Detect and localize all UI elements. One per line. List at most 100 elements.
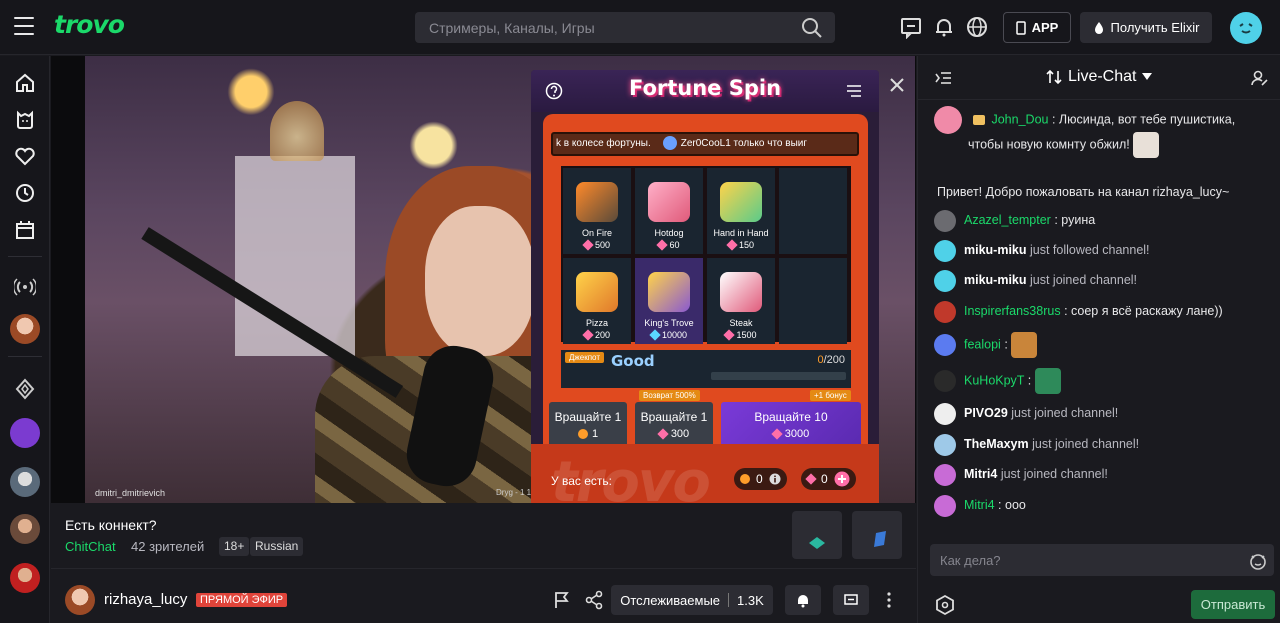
gem-icon bbox=[723, 329, 736, 341]
search-input[interactable] bbox=[415, 12, 835, 43]
get-elixir-button[interactable]: Получить Elixir bbox=[1080, 12, 1212, 43]
chat-text: : соер я всё раскажу лане)) bbox=[1064, 304, 1223, 318]
channel-avatar[interactable] bbox=[10, 467, 40, 497]
gift-box[interactable] bbox=[792, 511, 842, 559]
prize-grid: On Fire 500 Hotdog 60 Hand in Hand 150 P… bbox=[561, 166, 851, 344]
channel-avatar[interactable] bbox=[10, 563, 40, 593]
chat-username[interactable]: Mitri4 bbox=[964, 498, 995, 512]
spin-10-button[interactable]: Вращайте 10 3000 bbox=[721, 402, 861, 448]
chat-username[interactable]: Inspirerfans38rus bbox=[964, 304, 1061, 318]
close-popup-icon[interactable] bbox=[888, 76, 906, 94]
diamond-icon[interactable] bbox=[12, 376, 38, 402]
emoji-icon[interactable] bbox=[1248, 551, 1268, 571]
prize-name: Hotdog bbox=[654, 228, 684, 238]
app-button[interactable]: APP bbox=[1003, 12, 1071, 43]
user-settings-icon[interactable] bbox=[1250, 69, 1268, 87]
chat-username[interactable]: John_Dou bbox=[991, 112, 1048, 126]
user-avatar[interactable] bbox=[1230, 12, 1262, 44]
chat-username[interactable]: miku-miku bbox=[964, 273, 1027, 287]
chat-text: : руина bbox=[1054, 213, 1096, 227]
left-sidebar bbox=[0, 56, 50, 623]
chat-avatar[interactable] bbox=[934, 334, 956, 356]
chat-message: fealopi : bbox=[934, 332, 1274, 358]
calendar-icon[interactable] bbox=[12, 217, 38, 243]
cat-emote-icon bbox=[1133, 132, 1160, 158]
chat-text: just joined channel! bbox=[1030, 273, 1138, 287]
collapse-chat-icon[interactable] bbox=[934, 69, 952, 87]
chat-avatar[interactable] bbox=[934, 239, 956, 262]
send-button[interactable]: Отправить bbox=[1191, 590, 1275, 619]
add-gems-icon[interactable] bbox=[834, 471, 850, 487]
chat-avatar[interactable] bbox=[934, 269, 956, 292]
elixir-drop-icon bbox=[1094, 21, 1103, 34]
chat-avatar[interactable] bbox=[934, 494, 956, 517]
history-list-icon[interactable] bbox=[846, 83, 862, 99]
spin-1-gem-button[interactable]: Вращайте 1 300 bbox=[635, 402, 713, 448]
chat-avatar[interactable] bbox=[934, 370, 956, 392]
jackpot-art: Good bbox=[611, 352, 655, 370]
chat-username[interactable]: PIVO29 bbox=[964, 406, 1008, 420]
home-icon[interactable] bbox=[12, 70, 38, 96]
prize-price: 60 bbox=[656, 239, 680, 251]
chat-username[interactable]: KuHoKpyT bbox=[964, 373, 1024, 387]
age-tag[interactable]: 18+ bbox=[219, 537, 250, 556]
info-icon[interactable] bbox=[769, 473, 781, 485]
search-icon[interactable] bbox=[800, 16, 824, 40]
coin-balance: 0 bbox=[734, 468, 787, 490]
chat-text: : bbox=[1004, 337, 1008, 352]
notification-bell-button[interactable] bbox=[785, 585, 821, 615]
category-link[interactable]: ChitChat bbox=[65, 539, 116, 554]
gift-box[interactable] bbox=[852, 511, 902, 559]
chat-avatar[interactable] bbox=[934, 209, 956, 232]
prize-art-kings-trove bbox=[648, 272, 690, 312]
flag-icon[interactable] bbox=[552, 590, 572, 610]
followed-channel-avatar[interactable] bbox=[10, 314, 40, 344]
chat-mode-dropdown[interactable]: Live-Chat bbox=[1046, 68, 1153, 86]
chat-username[interactable]: fealopi bbox=[964, 337, 1001, 351]
heart-icon[interactable] bbox=[12, 143, 38, 169]
return-badge: Возврат 500% bbox=[639, 390, 700, 401]
channel-avatar[interactable] bbox=[10, 514, 40, 544]
chat-avatar[interactable] bbox=[934, 402, 956, 425]
winner-avatar bbox=[662, 136, 677, 151]
chat-avatar[interactable] bbox=[934, 300, 956, 323]
chat-avatar[interactable] bbox=[934, 463, 956, 486]
clock-icon[interactable] bbox=[12, 180, 38, 206]
hamburger-menu-icon[interactable] bbox=[14, 17, 34, 35]
chat-avatar[interactable] bbox=[934, 433, 956, 456]
chat-input[interactable] bbox=[930, 544, 1274, 576]
chat-bubble-icon[interactable] bbox=[899, 15, 923, 39]
creature-icon[interactable] bbox=[12, 107, 38, 133]
viewer-count: 42 зрителей bbox=[131, 539, 205, 554]
chat-message: Mitri4 : ооо bbox=[934, 493, 1274, 518]
gem-balance: 0 bbox=[801, 468, 856, 490]
broadcast-icon[interactable] bbox=[12, 274, 38, 300]
prize-art-hotdog bbox=[648, 182, 690, 222]
chat-username[interactable]: miku-miku bbox=[964, 243, 1027, 257]
share-icon[interactable] bbox=[584, 590, 604, 610]
more-options-icon[interactable] bbox=[879, 590, 899, 610]
chat-avatar[interactable] bbox=[934, 106, 962, 134]
chat-message: KuHoKpyT : bbox=[934, 368, 1274, 394]
hexagon-icon[interactable] bbox=[934, 594, 956, 616]
prize-cell: Pizza 200 bbox=[563, 258, 631, 344]
ticker-text: k в колесе фортуны. bbox=[556, 138, 651, 149]
bell-icon[interactable] bbox=[932, 15, 956, 39]
chat-popout-button[interactable] bbox=[833, 585, 869, 615]
chat-username[interactable]: Mitri4 bbox=[964, 467, 997, 481]
globe-icon[interactable] bbox=[965, 15, 989, 39]
ticker-winner: Zer0CooL1 только что выиг bbox=[680, 138, 807, 149]
avatar-face-icon bbox=[1239, 23, 1253, 34]
channel-avatar-png[interactable] bbox=[10, 418, 40, 448]
follow-button[interactable]: Отслеживаемые 1.3K bbox=[611, 585, 773, 615]
jackpot-progress-bar bbox=[711, 372, 846, 380]
spin-1-coin-button[interactable]: Вращайте 1 1 bbox=[549, 402, 627, 448]
chat-username[interactable]: TheMaxym bbox=[964, 437, 1029, 451]
chat-username[interactable]: Azazel_tempter bbox=[964, 213, 1051, 227]
streamer-name[interactable]: rizhaya_lucy bbox=[104, 591, 187, 608]
trovo-logo[interactable]: trovo bbox=[54, 10, 125, 39]
chat-message-continuation: чтобы новую комнту обжил! bbox=[968, 132, 1268, 158]
video-watermark-left: dmitri_dmitrievich bbox=[95, 488, 166, 498]
streamer-avatar[interactable] bbox=[65, 585, 95, 615]
language-tag[interactable]: Russian bbox=[250, 537, 304, 556]
